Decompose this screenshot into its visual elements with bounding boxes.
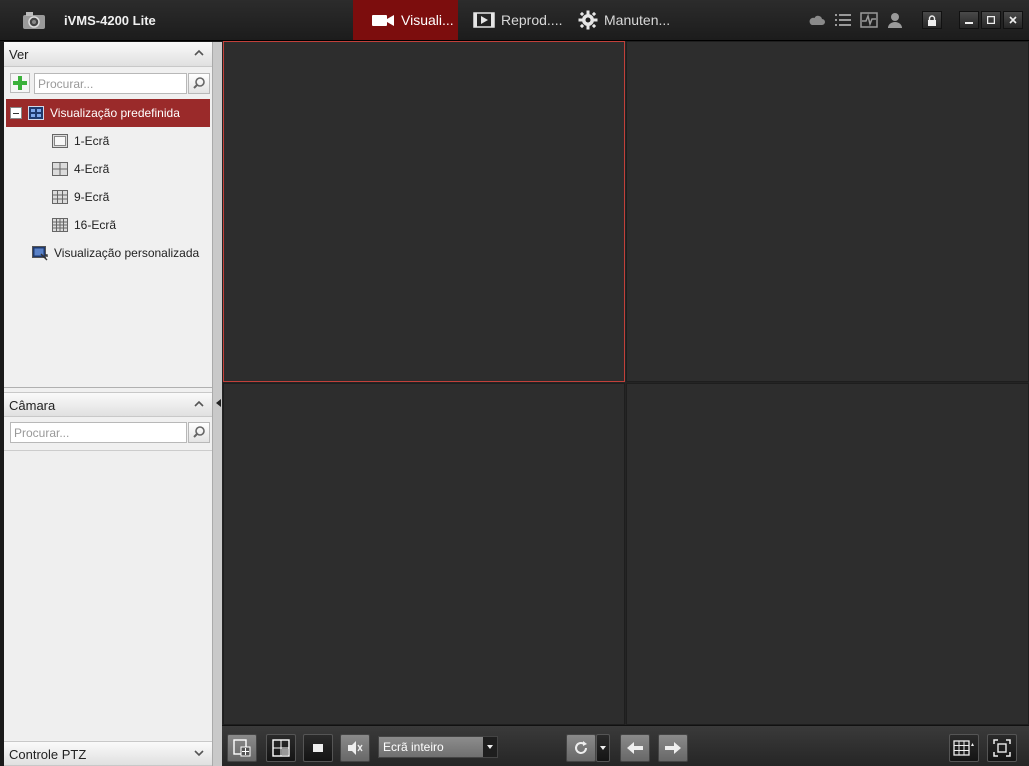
chevron-up-icon[interactable] [194, 42, 204, 67]
camera-logo-icon [23, 12, 45, 29]
camera-section-header[interactable]: Câmara [4, 392, 212, 417]
bottom-toolbar: Ecrã inteiro [222, 725, 1029, 766]
tab-label: Manuten... [604, 12, 671, 28]
lock-icon [928, 14, 936, 26]
camera-search-row [4, 419, 212, 447]
tab-maintenance[interactable]: Manuten... [578, 0, 678, 40]
tree-item-1-screen[interactable]: 1-Ecrã [4, 127, 212, 155]
four-screen-icon [52, 162, 68, 176]
nine-screen-icon [52, 190, 68, 204]
video-window-2[interactable] [626, 41, 1029, 382]
tree-item-label: Visualização personalizada [54, 246, 200, 260]
film-play-icon [473, 12, 495, 28]
view-section-title: Ver [9, 47, 29, 62]
chevron-up-icon[interactable] [194, 393, 204, 418]
fullscreen-button[interactable] [987, 734, 1017, 762]
video-camera-icon [372, 15, 394, 26]
screen-mode-value: Ecrã inteiro [383, 740, 444, 754]
cloud-icon[interactable] [808, 12, 826, 28]
tree-item-label: Visualização predefinida [50, 106, 180, 120]
collapse-icon[interactable] [10, 107, 22, 119]
tab-playback[interactable]: Reprod.... [473, 0, 573, 40]
tab-label: Visuali... [401, 12, 454, 28]
tab-label: Reprod.... [501, 12, 563, 28]
section-divider [4, 387, 212, 388]
arrow-left-icon [627, 742, 643, 754]
lock-button[interactable] [922, 11, 942, 29]
window-division-button[interactable] [949, 734, 979, 762]
gear-icon [578, 10, 598, 30]
next-page-button[interactable] [658, 734, 688, 762]
user-icon[interactable] [886, 12, 904, 28]
camera-search-button[interactable] [188, 422, 210, 443]
refresh-cycle-icon [575, 741, 587, 754]
view-tree: Visualização predefinida 1-Ecrã 4-Ecrã 9… [4, 99, 212, 267]
tree-item-label: 9-Ecrã [74, 190, 110, 204]
view-search-input[interactable] [34, 73, 187, 94]
camera-section-title: Câmara [9, 398, 56, 413]
tab-live-view[interactable]: Visuali... [353, 0, 458, 40]
sixteen-screen-icon [52, 218, 68, 232]
app-title: iVMS-4200 Lite [64, 13, 156, 28]
ptz-section-title: Controle PTZ [9, 747, 87, 762]
layout-view-button[interactable] [266, 734, 296, 762]
left-panel: Ver Visualização predefinida [4, 42, 212, 766]
tree-item-custom-view[interactable]: Visualização personalizada [4, 239, 212, 267]
maximize-icon [987, 16, 995, 24]
custom-view-icon [32, 245, 48, 260]
minimize-button[interactable] [959, 11, 979, 29]
tree-item-label: 4-Ecrã [74, 162, 110, 176]
save-view-icon [233, 739, 251, 757]
audio-button[interactable] [340, 734, 370, 762]
close-button[interactable] [1003, 11, 1023, 29]
tree-item-label: 16-Ecrã [74, 218, 117, 232]
collapse-arrow-icon[interactable] [216, 399, 221, 407]
tree-item-9-screen[interactable]: 9-Ecrã [4, 183, 212, 211]
view-group-icon [28, 106, 44, 120]
grid-layout-icon [953, 740, 974, 756]
tree-item-4-screen[interactable]: 4-Ecrã [4, 155, 212, 183]
view-section-header[interactable]: Ver [4, 42, 212, 67]
arrow-right-icon [665, 742, 681, 754]
tree-item-16-screen[interactable]: 16-Ecrã [4, 211, 212, 239]
add-view-button[interactable] [10, 73, 30, 93]
maximize-button[interactable] [981, 11, 1001, 29]
chevron-down-icon[interactable] [483, 737, 497, 757]
tree-item-label: 1-Ecrã [74, 134, 110, 148]
screen-mode-select[interactable]: Ecrã inteiro [378, 736, 498, 758]
close-icon [1009, 16, 1017, 24]
minimize-icon [965, 22, 973, 24]
search-icon [193, 77, 205, 89]
video-window-1[interactable] [223, 41, 625, 382]
chevron-down-icon[interactable] [194, 742, 204, 766]
mute-speaker-icon [348, 741, 363, 755]
single-screen-icon [52, 134, 68, 148]
previous-page-button[interactable] [620, 734, 650, 762]
camera-search-input[interactable] [10, 422, 187, 443]
stop-all-button[interactable] [303, 734, 333, 762]
video-window-4[interactable] [626, 383, 1029, 725]
tree-item-default-view[interactable]: Visualização predefinida [6, 99, 210, 127]
auto-switch-dropdown[interactable] [596, 734, 610, 762]
view-search-button[interactable] [188, 73, 210, 94]
save-view-button[interactable] [227, 734, 257, 762]
video-window-3[interactable] [223, 383, 625, 725]
title-bar: iVMS-4200 Lite Visuali... Reprod.... Man… [0, 0, 1029, 41]
view-search-row [4, 69, 212, 97]
auto-switch-button[interactable] [566, 734, 596, 762]
search-icon [193, 426, 205, 438]
activity-monitor-icon[interactable] [860, 12, 878, 28]
layout-icon [272, 739, 290, 757]
stop-icon [313, 744, 323, 752]
list-icon[interactable] [834, 12, 852, 28]
panel-splitter[interactable] [212, 42, 222, 766]
video-grid [222, 41, 1029, 725]
chevron-down-icon [600, 746, 606, 750]
ptz-section-header[interactable]: Controle PTZ [4, 741, 212, 766]
camera-list[interactable] [4, 450, 212, 740]
fullscreen-icon [993, 739, 1011, 757]
